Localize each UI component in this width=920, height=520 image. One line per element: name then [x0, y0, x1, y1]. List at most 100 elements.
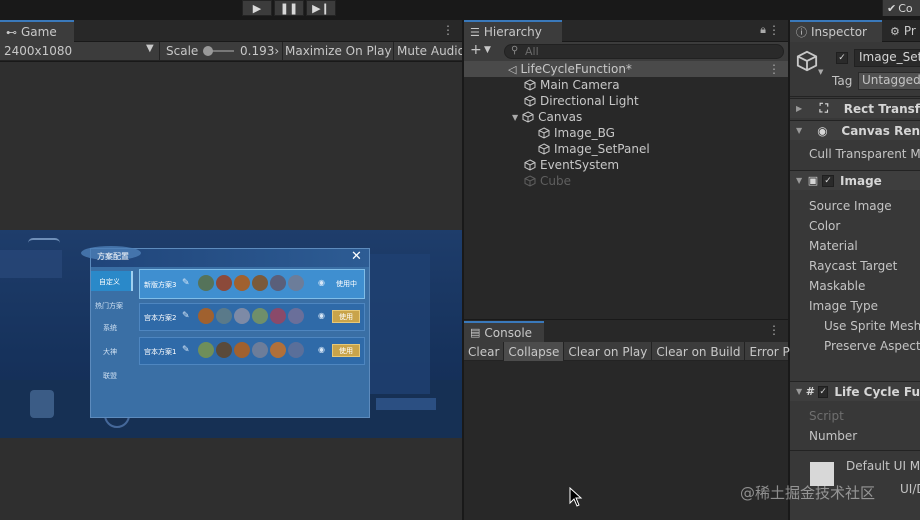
divider	[282, 42, 283, 61]
hierarchy-item[interactable]: Image_BG	[538, 125, 615, 141]
hierarchy-item[interactable]: Image_SetPanel	[538, 141, 650, 157]
active-checkbox[interactable]: ✓	[836, 52, 848, 64]
game-render: 方案配置 ✕ 自定义 热门方案 系统 大神 联盟 新版方案3 ✎ ◉ 使用中 宫…	[0, 230, 462, 438]
hierarchy-item-disabled[interactable]: Cube	[524, 173, 571, 189]
rect-transform-header[interactable]: ▶ ⛶ Rect Transf	[790, 98, 920, 118]
hero-icon	[234, 308, 250, 324]
clear-button[interactable]: Clear	[464, 342, 505, 361]
mute-audio-toggle[interactable]: Mute Audio	[397, 44, 465, 58]
scheme-name: 宫本方案2	[144, 314, 177, 322]
sidebar-item-popular[interactable]: 热门方案	[95, 301, 123, 311]
property-row[interactable]: Source Image	[790, 196, 920, 216]
component-enabled-checkbox[interactable]: ✓	[817, 385, 829, 398]
sidebar-item-alliance[interactable]: 联盟	[103, 371, 117, 381]
property-row[interactable]: Material	[790, 236, 920, 256]
eye-icon: ◉	[318, 311, 325, 320]
property-row[interactable]: Image Type	[790, 296, 920, 316]
scene-menu-icon[interactable]: ⋮	[768, 62, 780, 76]
tab-game-label: Game	[21, 25, 57, 39]
hero-icons	[198, 275, 312, 293]
maximize-on-play-toggle[interactable]: Maximize On Play	[285, 44, 392, 58]
hierarchy-item[interactable]: Directional Light	[524, 93, 639, 109]
create-button[interactable]: +	[470, 42, 482, 58]
property-label: Number	[809, 429, 858, 443]
hierarchy-item-label: Canvas	[538, 110, 583, 124]
collab-label: Co	[898, 1, 913, 15]
hierarchy-item[interactable]: EventSystem	[524, 157, 619, 173]
material-name[interactable]: Default UI M	[846, 459, 920, 473]
property-row[interactable]: Preserve Aspect	[790, 336, 920, 356]
scheme-row[interactable]: 新版方案3 ✎ ◉ 使用中	[139, 269, 365, 299]
panel-menu-icon[interactable]: ⋮	[768, 323, 780, 337]
material-shader[interactable]: UI/D	[900, 482, 920, 496]
gameobject-icon	[524, 175, 536, 187]
use-button[interactable]: 使用	[332, 310, 360, 323]
canvas-renderer-header[interactable]: ▼ ◉ Canvas Ren	[790, 120, 920, 140]
collapse-arrow-icon: ▶	[796, 104, 803, 113]
eye-icon: ◉	[817, 123, 828, 138]
component-title: Rect Transf	[843, 101, 920, 116]
scene-row[interactable]: ◁ LifeCycleFunction* ⋮	[464, 61, 788, 77]
scheme-name: 新版方案3	[144, 281, 177, 289]
hierarchy-item[interactable]: ▼ Canvas	[512, 109, 582, 125]
clear-on-build-toggle[interactable]: Clear on Build	[652, 342, 746, 361]
hierarchy-item-label: Main Camera	[540, 78, 620, 92]
object-name-field[interactable]: Image_Set	[854, 49, 920, 67]
play-button[interactable]: ▶	[242, 0, 272, 16]
component-title: Image	[840, 173, 882, 188]
hierarchy-item-label: Image_SetPanel	[554, 142, 650, 156]
tab-game[interactable]: ⊷ Game	[0, 20, 74, 42]
pause-button[interactable]: ❚❚	[274, 0, 304, 16]
step-button[interactable]: ▶❙	[306, 0, 336, 16]
tab-inspector[interactable]: ⓘ Inspector	[790, 20, 882, 42]
panel-menu-icon[interactable]: ⋮	[768, 23, 780, 37]
property-row[interactable]: Color	[790, 216, 920, 236]
hierarchy-tabbar: ☰ Hierarchy 🔒︎ ⋮	[464, 20, 788, 42]
play-icon: ▶	[252, 1, 262, 15]
property-label: Use Sprite Mesh	[824, 319, 920, 333]
game-view[interactable]: 方案配置 ✕ 自定义 热门方案 系统 大神 联盟 新版方案3 ✎ ◉ 使用中 宫…	[0, 62, 462, 520]
lock-icon[interactable]: 🔒︎	[760, 23, 766, 37]
sidebar-item-system[interactable]: 系统	[103, 323, 117, 333]
game-toolbar: 2400x1080 ▼ Scale 0.193› Maximize On Pla…	[0, 42, 465, 61]
game-tabbar: ⊷ Game ⋮	[0, 20, 462, 42]
sidebar-item-master[interactable]: 大神	[103, 347, 117, 357]
number-row[interactable]: Number	[790, 426, 920, 446]
tab-hierarchy[interactable]: ☰ Hierarchy	[464, 20, 562, 42]
hierarchy-search-input[interactable]: ⚲ All	[504, 44, 784, 59]
property-row[interactable]: Use Sprite Mesh	[790, 316, 920, 336]
hero-icon	[216, 342, 232, 358]
scheme-row[interactable]: 宫本方案1 ✎ ◉ 使用	[139, 337, 365, 365]
tab-inspector-label: Inspector	[811, 25, 867, 39]
info-icon: ⓘ	[796, 26, 807, 39]
collab-button[interactable]: ✔ Co	[882, 0, 920, 16]
collapse-toggle[interactable]: Collapse	[504, 342, 565, 361]
property-row[interactable]: Maskable	[790, 276, 920, 296]
tab-console[interactable]: ▤ Console	[464, 321, 544, 342]
tag-dropdown[interactable]: Untagged	[858, 72, 920, 90]
scale-slider-thumb[interactable]	[203, 46, 213, 56]
resolution-dropdown[interactable]: 2400x1080	[4, 44, 72, 58]
scheme-name: 宫本方案1	[144, 348, 177, 356]
inspector-tabbar: ⓘ Inspector ⚙ Pr	[790, 20, 920, 42]
hierarchy-item-label: Directional Light	[540, 94, 639, 108]
cull-transparent-row[interactable]: Cull Transparent Me	[790, 144, 920, 164]
gameobject-icon	[796, 50, 818, 72]
hierarchy-item[interactable]: Main Camera	[524, 77, 620, 93]
lifecycle-component-header[interactable]: ▼ # ✓ Life Cycle Fu	[790, 381, 920, 401]
sidebar-item-label: 自定义	[99, 278, 120, 286]
image-component-header[interactable]: ▼ ▣ ✓ Image	[790, 170, 920, 190]
panel-menu-icon[interactable]: ⋮	[442, 23, 454, 37]
scheme-row[interactable]: 宫本方案2 ✎ ◉ 使用	[139, 303, 365, 331]
expand-arrow-icon[interactable]: ▼	[512, 113, 518, 122]
hierarchy-toolbar: + ▼ ⚲ All	[464, 42, 788, 61]
hierarchy-item-label: Image_BG	[554, 126, 615, 140]
property-row[interactable]: Raycast Target	[790, 256, 920, 276]
step-icon: ▶❙	[312, 1, 330, 15]
component-enabled-checkbox[interactable]: ✓	[822, 174, 834, 187]
tab-project-settings[interactable]: ⚙ Pr	[884, 20, 920, 42]
gameobject-icon	[522, 111, 534, 123]
close-icon[interactable]: ✕	[351, 249, 362, 264]
use-button[interactable]: 使用	[332, 344, 360, 357]
clear-on-play-toggle[interactable]: Clear on Play	[564, 342, 653, 361]
